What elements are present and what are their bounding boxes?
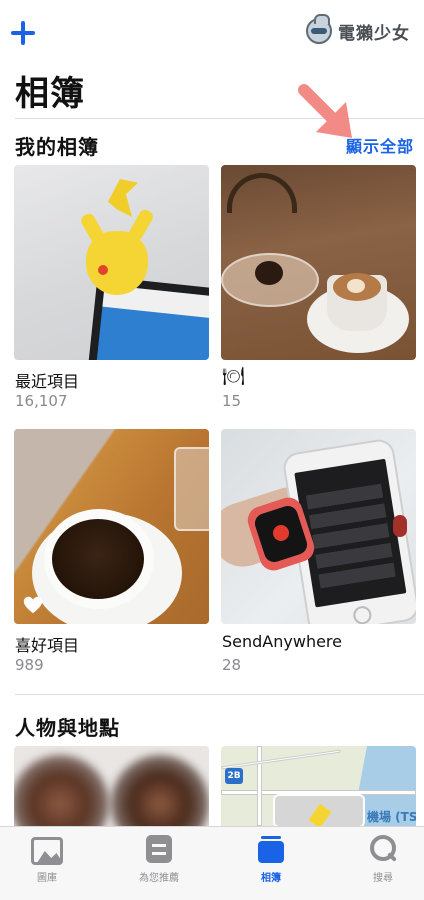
album-count: 989	[15, 656, 44, 674]
pikachu-tail	[108, 179, 138, 217]
top-bar: 電獺少女	[0, 0, 424, 64]
phone-screen	[294, 458, 407, 608]
route-badge: 2B	[225, 768, 243, 784]
page-title: 相簿	[15, 74, 85, 114]
person-face	[110, 754, 209, 826]
map-road	[221, 749, 341, 770]
chair	[227, 173, 297, 213]
watermark-text: 電獺少女	[338, 23, 410, 44]
people-album-thumbnail[interactable]	[14, 746, 209, 826]
section-title-my-albums: 我的相簿	[15, 135, 99, 159]
tab-label: 為您推薦	[139, 873, 179, 884]
person-face	[14, 754, 110, 826]
watermark-logo: 電獺少女	[306, 14, 410, 46]
album-thumbnail-food[interactable]	[221, 165, 416, 360]
tab-library[interactable]: 圖庫	[2, 835, 92, 895]
album-thumbnail-sendanywhere[interactable]	[221, 429, 416, 624]
pikachu-figure	[86, 231, 148, 295]
album-name: 喜好項目	[15, 636, 80, 655]
home-button	[352, 604, 373, 624]
tab-bar: 圖庫 為您推薦 相簿 搜尋	[0, 826, 424, 900]
album-name: SendAnywhere	[222, 632, 342, 651]
for-you-icon	[143, 835, 175, 865]
search-icon	[367, 835, 399, 865]
album-count: 15	[222, 392, 242, 410]
watch-heart	[273, 525, 289, 541]
cake	[255, 261, 283, 285]
heart-icon	[23, 596, 43, 614]
album-name: 🍽	[222, 366, 245, 387]
otter-avatar-icon	[306, 14, 332, 44]
latte-art	[347, 279, 365, 293]
pikachu-cheek	[98, 265, 108, 275]
water-glass	[174, 447, 209, 531]
albums-icon	[255, 835, 287, 865]
tab-label: 搜尋	[373, 873, 393, 884]
photo-library-icon	[31, 835, 63, 865]
album-name: 最近項目	[15, 372, 80, 391]
tab-label: 圖庫	[37, 873, 57, 884]
tab-label: 相簿	[261, 873, 281, 884]
plus-icon[interactable]	[10, 20, 36, 46]
album-thumbnail-recents[interactable]	[14, 165, 209, 360]
annotation-arrow-icon	[298, 84, 352, 138]
divider	[15, 118, 424, 119]
fingernail	[393, 515, 407, 537]
map-place-label: 機場 (TS	[367, 810, 416, 824]
album-count: 16,107	[15, 392, 68, 410]
tab-search[interactable]: 搜尋	[338, 835, 424, 895]
map-road	[257, 746, 262, 826]
places-map-thumbnail[interactable]: 2B 機場 (TS	[221, 746, 416, 826]
album-thumbnail-favorites[interactable]	[14, 429, 209, 624]
section-title-people-places: 人物與地點	[15, 716, 120, 740]
map-photo-pin	[273, 794, 365, 826]
tab-albums[interactable]: 相簿	[226, 835, 316, 895]
coffee	[52, 519, 144, 599]
tab-for-you[interactable]: 為您推薦	[114, 835, 204, 895]
album-count: 28	[222, 656, 242, 674]
divider	[15, 694, 424, 695]
